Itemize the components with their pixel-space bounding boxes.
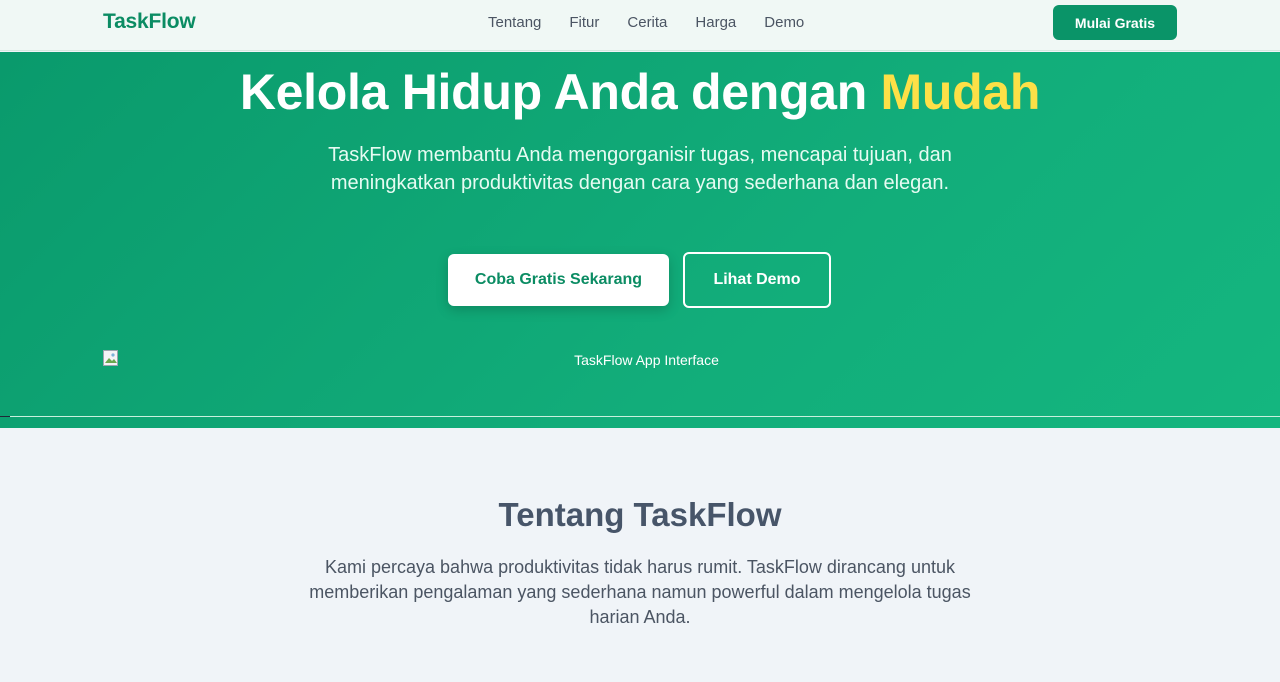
about-text: Kami percaya bahwa produktivitas tidak h… — [309, 557, 971, 627]
nav-links: Tentang Fitur Cerita Harga Demo — [488, 14, 832, 32]
divider — [0, 416, 10, 417]
hero-image-alt: TaskFlow App Interface — [574, 352, 719, 368]
navbar: TaskFlow Tentang Fitur Cerita Harga Demo… — [0, 0, 1280, 51]
about-title: Tentang TaskFlow — [498, 496, 782, 533]
hero-title: Kelola Hidup Anda dengan Mudah — [0, 64, 1280, 120]
start-free-button[interactable]: Mulai Gratis — [1053, 5, 1177, 40]
hero-title-accent: Mudah — [880, 64, 1041, 120]
try-free-button[interactable]: Coba Gratis Sekarang — [448, 254, 669, 306]
hero-section: Kelola Hidup Anda dengan Mudah TaskFlow … — [0, 52, 1280, 428]
nav-link-demo[interactable]: Demo — [764, 14, 804, 32]
hero-title-main: Kelola Hidup Anda dengan — [239, 64, 881, 120]
nav-link-tentang[interactable]: Tentang — [488, 14, 541, 32]
nav-link-cerita[interactable]: Cerita — [627, 14, 667, 32]
view-demo-button[interactable]: Lihat Demo — [683, 252, 831, 308]
brand-logo[interactable]: TaskFlow — [103, 10, 196, 34]
nav-link-harga[interactable]: Harga — [695, 14, 736, 32]
hero-divider — [10, 416, 1280, 417]
about-section: Tentang TaskFlow Kami percaya bahwa prod… — [0, 428, 1280, 682]
hero-subtitle: TaskFlow membantu Anda mengorganisir tug… — [328, 144, 952, 194]
nav-link-fitur[interactable]: Fitur — [569, 14, 599, 32]
